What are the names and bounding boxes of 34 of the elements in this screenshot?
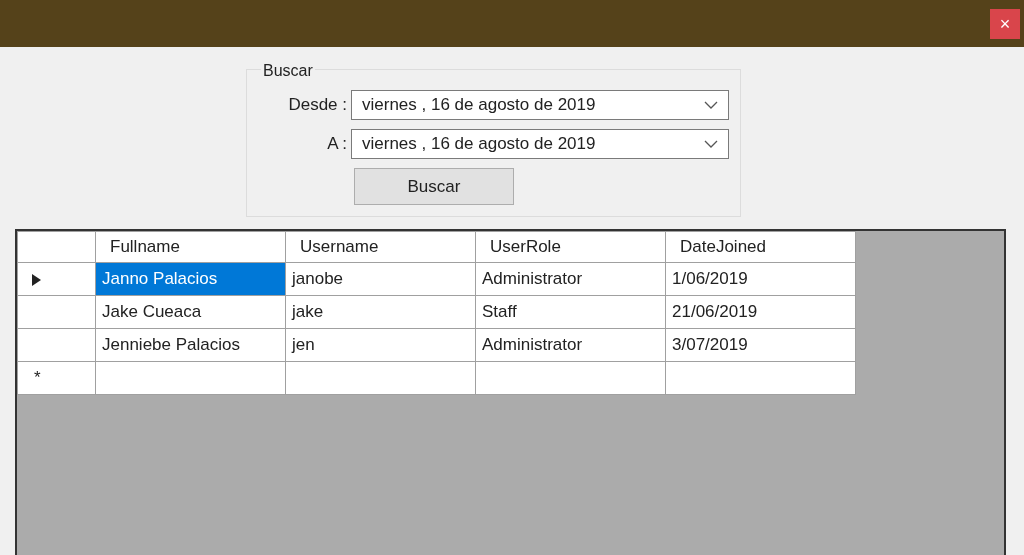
- table-cell[interactable]: Janno Palacios: [95, 262, 286, 296]
- search-button[interactable]: Buscar: [354, 168, 514, 205]
- field-label: A :: [326, 133, 348, 156]
- table-cell[interactable]: janobe: [285, 262, 476, 296]
- table-cell[interactable]: Administrator: [475, 262, 666, 296]
- close-button[interactable]: ×: [990, 8, 1020, 39]
- date-value: viernes , 16 de agosto de 2019: [362, 94, 596, 117]
- table-cell[interactable]: [475, 361, 666, 395]
- date-value: viernes , 16 de agosto de 2019: [362, 133, 596, 156]
- column-header[interactable]: Username: [285, 231, 476, 263]
- row-header[interactable]: [17, 295, 96, 329]
- table-cell[interactable]: [665, 361, 856, 395]
- table-cell[interactable]: [285, 361, 476, 395]
- column-header[interactable]: DateJoined: [665, 231, 856, 263]
- field-label: Desde :: [287, 94, 348, 117]
- column-header[interactable]: Fullname: [95, 231, 286, 263]
- table-cell[interactable]: [95, 361, 286, 395]
- row-header[interactable]: [17, 328, 96, 362]
- table-cell[interactable]: 1/06/2019: [665, 262, 856, 296]
- new-row-marker: *: [34, 368, 41, 388]
- table-cell[interactable]: Jake Cueaca: [95, 295, 286, 329]
- row-header[interactable]: [17, 262, 96, 296]
- table-cell[interactable]: Administrator: [475, 328, 666, 362]
- table-cell[interactable]: 21/06/2019: [665, 295, 856, 329]
- date-picker[interactable]: viernes , 16 de agosto de 2019: [351, 90, 729, 120]
- column-header[interactable]: UserRole: [475, 231, 666, 263]
- table-cell[interactable]: Jenniebe Palacios: [95, 328, 286, 362]
- table-cell[interactable]: jake: [285, 295, 476, 329]
- chevron-down-icon[interactable]: [704, 140, 718, 148]
- chevron-down-icon[interactable]: [704, 101, 718, 109]
- date-picker[interactable]: viernes , 16 de agosto de 2019: [351, 129, 729, 159]
- table-cell[interactable]: Staff: [475, 295, 666, 329]
- table-cell[interactable]: 3/07/2019: [665, 328, 856, 362]
- table-cell[interactable]: jen: [285, 328, 476, 362]
